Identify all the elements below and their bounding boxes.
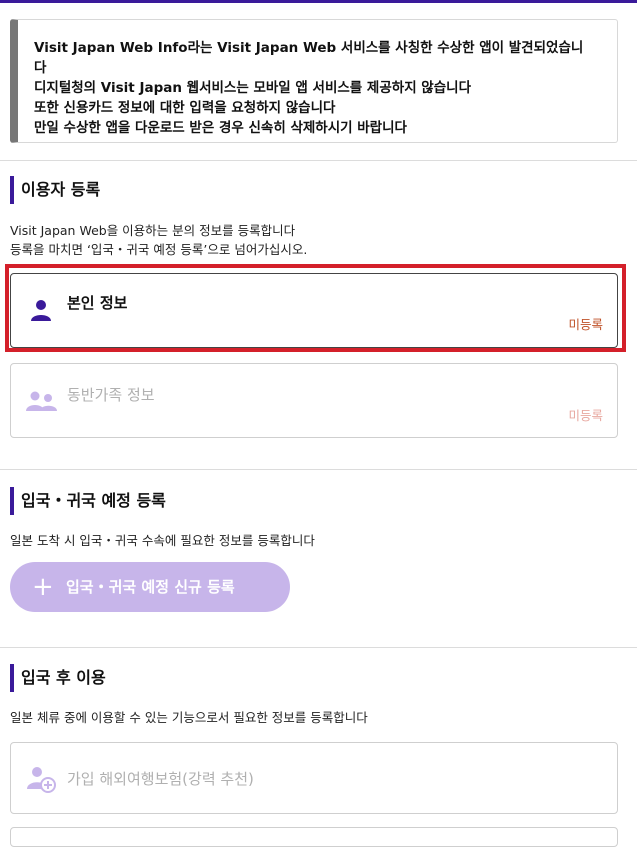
self-info-card[interactable]: 본인 정보 미등록 — [10, 273, 618, 348]
notice-line: Visit Japan Web Info라는 Visit Japan Web 서… — [34, 40, 584, 56]
family-info-card[interactable]: 동반가족 정보 미등록 — [10, 363, 618, 438]
desc-line: Visit Japan Web을 이용하는 분의 정보를 등록합니다 — [10, 223, 296, 238]
self-info-label: 본인 정보 — [67, 294, 128, 312]
entry-plan-title: 입국・귀국 예정 등록 — [10, 487, 166, 515]
family-info-status: 미등록 — [568, 408, 603, 423]
section-divider — [0, 469, 637, 470]
entry-plan-desc: 일본 도착 시 입국・귀국 수속에 필요한 정보를 등록합니다 — [10, 533, 315, 548]
user-registration-desc: Visit Japan Web을 이용하는 분의 정보를 등록합니다 등록을 마… — [10, 221, 307, 259]
insurance-person-icon — [27, 765, 57, 797]
notice-line: 만일 수상한 앱을 다운로드 받은 경우 신속히 삭제하시기 바랍니다 — [34, 120, 407, 136]
insurance-label: 가입 해외여행보험(강력 추천) — [67, 770, 254, 788]
desc-line: 등록을 마치면 ‘입국・귀국 예정 등록’으로 넘어가십시오. — [10, 242, 308, 257]
notice-line: 다 — [34, 60, 47, 76]
warning-notice: Visit Japan Web Info라는 Visit Japan Web 서… — [10, 19, 618, 143]
section-divider — [0, 160, 637, 161]
notice-line: 또한 신용카드 정보에 대한 입력을 요청하지 않습니다 — [34, 100, 336, 116]
plus-icon: + — [32, 572, 54, 602]
person-icon — [29, 298, 53, 326]
after-entry-desc: 일본 체류 중에 이용할 수 있는 기능으로서 필요한 정보를 등록합니다 — [10, 710, 368, 725]
family-icon — [25, 388, 59, 416]
notice-line: 디지털청의 Visit Japan 웹서비스는 모바일 앱 서비스를 제공하지 … — [34, 80, 471, 96]
user-registration-title: 이용자 등록 — [10, 176, 100, 204]
next-card-partial[interactable] — [10, 827, 618, 847]
insurance-card[interactable]: 가입 해외여행보험(강력 추천) — [10, 742, 618, 814]
family-info-label: 동반가족 정보 — [67, 386, 155, 404]
section-divider — [0, 647, 637, 648]
new-entry-plan-label: 입국・귀국 예정 신규 등록 — [66, 578, 235, 596]
new-entry-plan-button[interactable]: + 입국・귀국 예정 신규 등록 — [10, 562, 290, 612]
self-info-status: 미등록 — [568, 317, 603, 332]
after-entry-title: 입국 후 이용 — [10, 664, 106, 692]
